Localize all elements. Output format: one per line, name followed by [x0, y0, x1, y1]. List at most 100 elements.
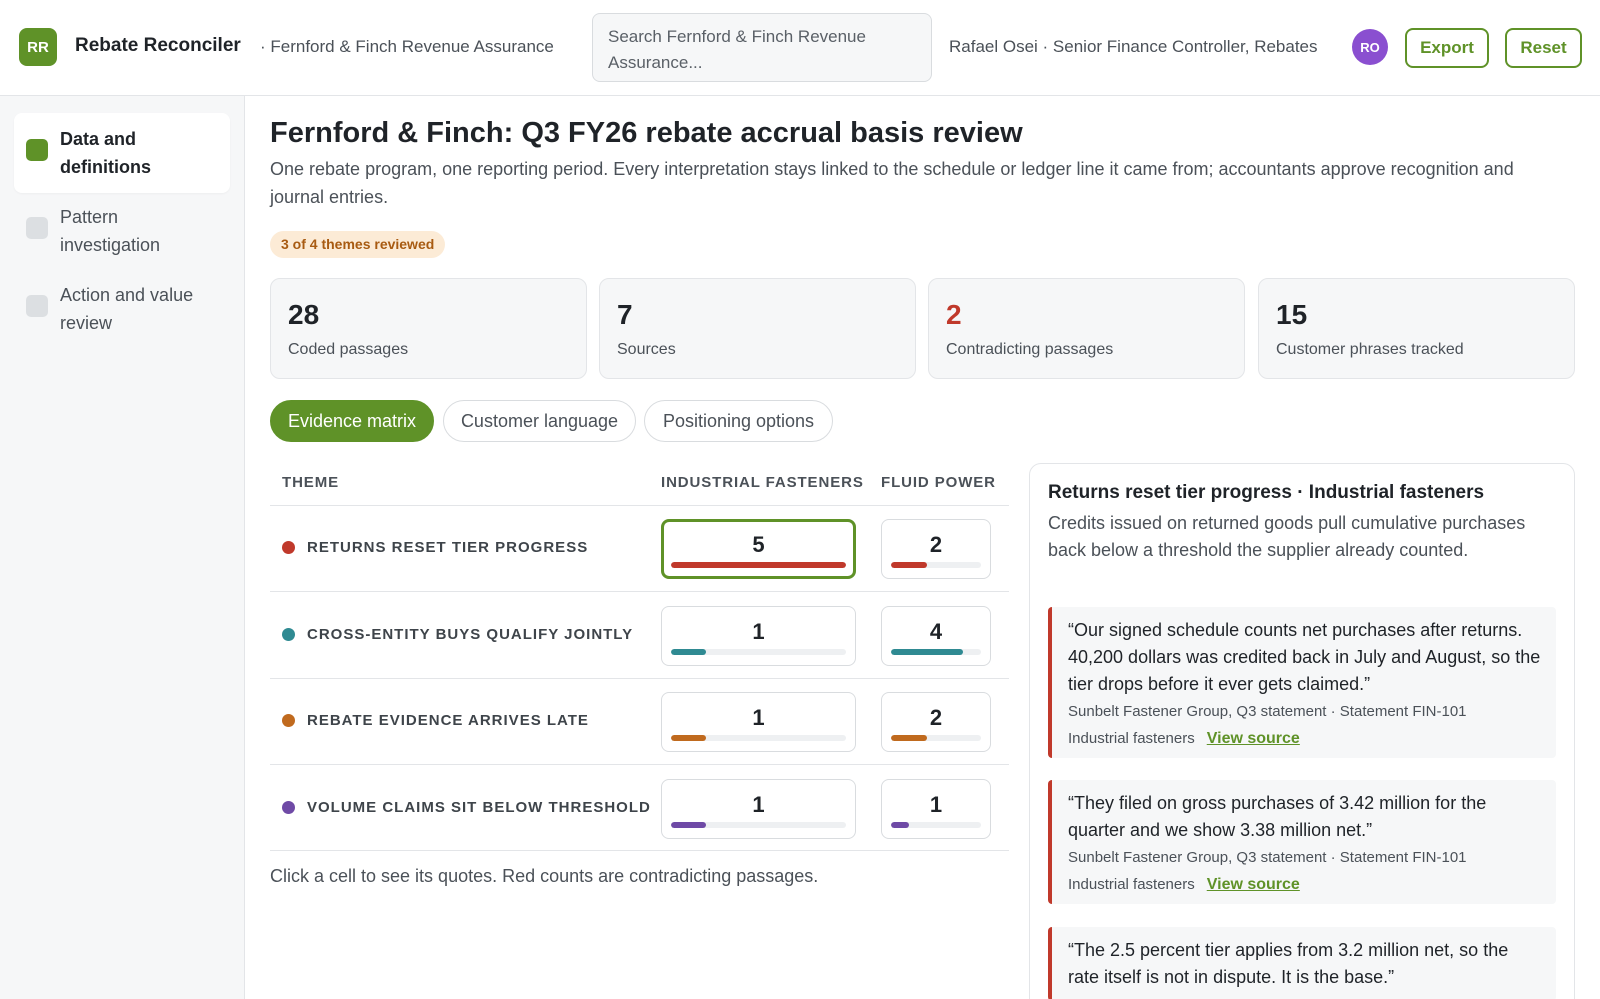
- stat-card-contradicting-passages: 2 Contradicting passages: [928, 278, 1245, 379]
- quote-footer: Industrial fasteners View source: [1068, 730, 1542, 748]
- cell-bar-fill: [671, 562, 846, 568]
- cell-count: 4: [929, 619, 943, 644]
- cell-bar: [671, 649, 846, 655]
- cell-count: 5: [752, 532, 765, 557]
- matrix-cell[interactable]: 1: [661, 606, 856, 666]
- stat-label: Coded passages: [288, 341, 409, 358]
- theme-row-evidence-late: REBATE EVIDENCE ARRIVES LATE: [282, 712, 589, 729]
- theme-color-dot: [282, 801, 295, 814]
- theme-label: REBATE EVIDENCE ARRIVES LATE: [307, 712, 589, 729]
- divider: [270, 850, 1009, 851]
- app-logo: RR: [19, 28, 57, 66]
- avatar[interactable]: RO: [1352, 29, 1388, 65]
- cell-count: 1: [752, 705, 765, 730]
- cell-bar: [891, 822, 981, 828]
- theme-row-volume-claims: VOLUME CLAIMS SIT BELOW THRESHOLD: [282, 799, 651, 816]
- theme-color-dot: [282, 714, 295, 727]
- cell-bar: [891, 735, 981, 741]
- divider: [270, 678, 1009, 679]
- quote-panel: Returns reset tier progress · Industrial…: [1029, 463, 1575, 999]
- top-bar: RR Rebate Reconciler · Fernford & Finch …: [0, 0, 1600, 96]
- view-source-link[interactable]: View source: [1207, 876, 1300, 894]
- quote-segment: Industrial fasteners: [1068, 876, 1195, 893]
- cell-count: 2: [929, 532, 943, 557]
- cell-count: 1: [752, 619, 765, 644]
- cell-bar: [671, 735, 846, 741]
- stat-value: 2: [946, 299, 962, 330]
- stat-value: 7: [617, 299, 633, 330]
- view-source-link[interactable]: View source: [1207, 730, 1300, 748]
- theme-color-dot: [282, 628, 295, 641]
- cell-bar: [891, 562, 981, 568]
- quote-text: “Our signed schedule counts net purchase…: [1068, 620, 1541, 694]
- tab-evidence-matrix[interactable]: Evidence matrix: [270, 400, 434, 442]
- tab-customer-language[interactable]: Customer language: [443, 400, 636, 442]
- sidebar-item-label: Action and value review: [60, 285, 194, 333]
- cell-bar-fill: [891, 562, 927, 568]
- quote-citation: Sunbelt Fastener Group, Q3 statement · S…: [1068, 849, 1467, 866]
- page-title: Fernford & Finch: Q3 FY26 rebate accrual…: [270, 117, 1023, 149]
- cell-bar-fill: [671, 649, 706, 655]
- stat-label: Customer phrases tracked: [1276, 341, 1464, 358]
- sidebar-item-pattern-investigation[interactable]: Pattern investigation: [14, 191, 230, 271]
- quote-footer: Industrial fasteners View source: [1068, 876, 1542, 894]
- matrix-cell[interactable]: 1: [881, 779, 991, 839]
- matrix-cell[interactable]: 1: [661, 779, 856, 839]
- matrix-cell[interactable]: 4: [881, 606, 991, 666]
- user-name: Rafael Osei · Senior Finance Controller,…: [949, 37, 1318, 56]
- sidebar: Data and definitions Pattern investigati…: [0, 96, 245, 999]
- cell-count: 1: [929, 792, 943, 817]
- sidebar-item-action-and-value-review[interactable]: Action and value review: [14, 269, 230, 349]
- quote-card: “The 2.5 percent tier applies from 3.2 m…: [1048, 927, 1556, 999]
- export-button[interactable]: Export: [1405, 28, 1489, 68]
- cell-bar: [891, 649, 981, 655]
- cell-bar-fill: [891, 649, 963, 655]
- matrix-help-text: Click a cell to see its quotes. Red coun…: [270, 866, 819, 886]
- sidebar-item-data-and-definitions[interactable]: Data and definitions: [14, 113, 230, 193]
- column-header-fluid-power: FLUID POWER: [881, 474, 996, 491]
- column-header-industrial-fasteners: INDUSTRIAL FASTENERS: [661, 474, 864, 491]
- tab-positioning-options[interactable]: Positioning options: [644, 400, 833, 442]
- cell-count: 1: [752, 792, 765, 817]
- divider: [270, 764, 1009, 765]
- divider: [270, 591, 1009, 592]
- stat-card-customer-phrases: 15 Customer phrases tracked: [1258, 278, 1575, 379]
- quote-card: “They filed on gross purchases of 3.42 m…: [1048, 780, 1556, 904]
- cell-bar-fill: [671, 822, 706, 828]
- theme-color-dot: [282, 541, 295, 554]
- cell-bar-fill: [671, 735, 706, 741]
- status-badge: 3 of 4 themes reviewed: [270, 231, 446, 258]
- cell-bar: [671, 562, 846, 568]
- cell-bar-fill: [891, 822, 909, 828]
- sidebar-item-label: Pattern investigation: [60, 207, 161, 255]
- step-check-icon: [26, 295, 48, 317]
- matrix-cell[interactable]: 2: [881, 519, 991, 579]
- quote-citation: Sunbelt Fastener Group, Q3 statement · S…: [1068, 703, 1467, 720]
- divider: [270, 505, 1009, 506]
- stat-label: Contradicting passages: [946, 341, 1114, 358]
- app-name: Rebate Reconciler: [75, 35, 241, 56]
- theme-row-returns-reset: RETURNS RESET TIER PROGRESS: [282, 539, 588, 556]
- quote-text: “The 2.5 percent tier applies from 3.2 m…: [1068, 940, 1509, 987]
- matrix-cell[interactable]: 2: [881, 692, 991, 752]
- matrix-cell[interactable]: 5: [661, 519, 856, 579]
- sidebar-item-label: Data and definitions: [60, 129, 151, 177]
- page-description: One rebate program, one reporting period…: [270, 159, 1514, 207]
- stat-label: Sources: [617, 341, 676, 358]
- theme-label: CROSS-ENTITY BUYS QUALIFY JOINTLY: [307, 626, 634, 643]
- search-input[interactable]: Search Fernford & Finch Revenue Assuranc…: [592, 13, 932, 82]
- cell-bar-fill: [891, 735, 927, 741]
- reset-button[interactable]: Reset: [1505, 28, 1582, 68]
- panel-description: Credits issued on returned goods pull cu…: [1048, 513, 1526, 560]
- quote-card: “Our signed schedule counts net purchase…: [1048, 607, 1556, 758]
- matrix-cell[interactable]: 1: [661, 692, 856, 752]
- step-check-icon: [26, 217, 48, 239]
- quote-text: “They filed on gross purchases of 3.42 m…: [1068, 793, 1487, 840]
- theme-label: RETURNS RESET TIER PROGRESS: [307, 539, 589, 556]
- stat-value: 15: [1276, 299, 1308, 330]
- step-check-icon: [26, 139, 48, 161]
- quote-segment: Industrial fasteners: [1068, 730, 1195, 747]
- panel-title: Returns reset tier progress · Industrial…: [1048, 482, 1485, 503]
- stat-card-coded-passages: 28 Coded passages: [270, 278, 587, 379]
- org-name: · Fernford & Finch Revenue Assurance: [260, 37, 554, 56]
